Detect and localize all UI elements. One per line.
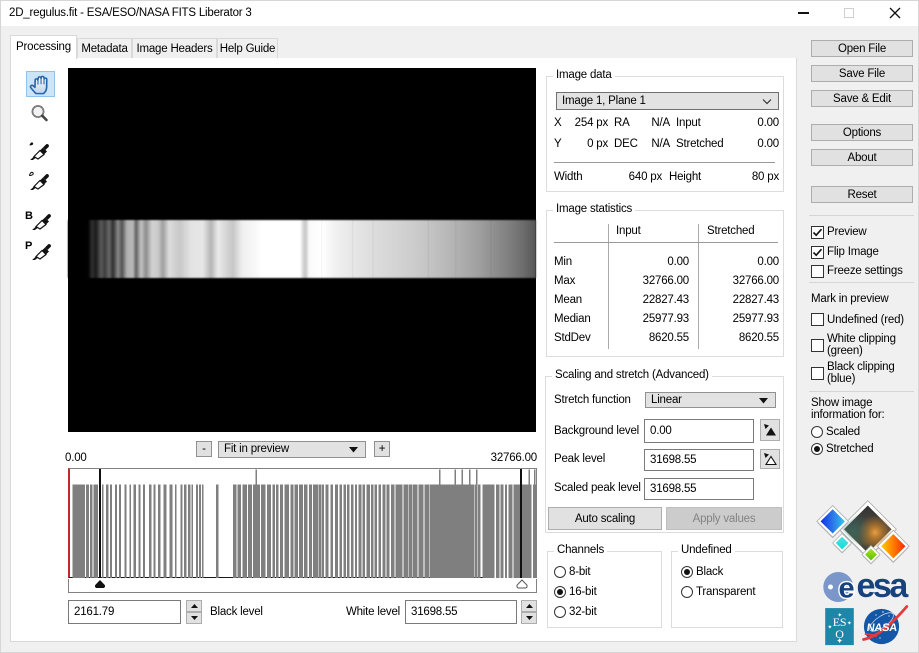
svg-text:✦: ✦ (827, 624, 832, 631)
svg-text:✦: ✦ (847, 620, 852, 627)
svg-text:✦: ✦ (836, 637, 843, 646)
svg-text:✦: ✦ (837, 612, 842, 619)
svg-text:NASA: NASA (866, 622, 898, 634)
svg-text:esa: esa (857, 567, 910, 605)
svg-text:e: e (839, 573, 855, 605)
